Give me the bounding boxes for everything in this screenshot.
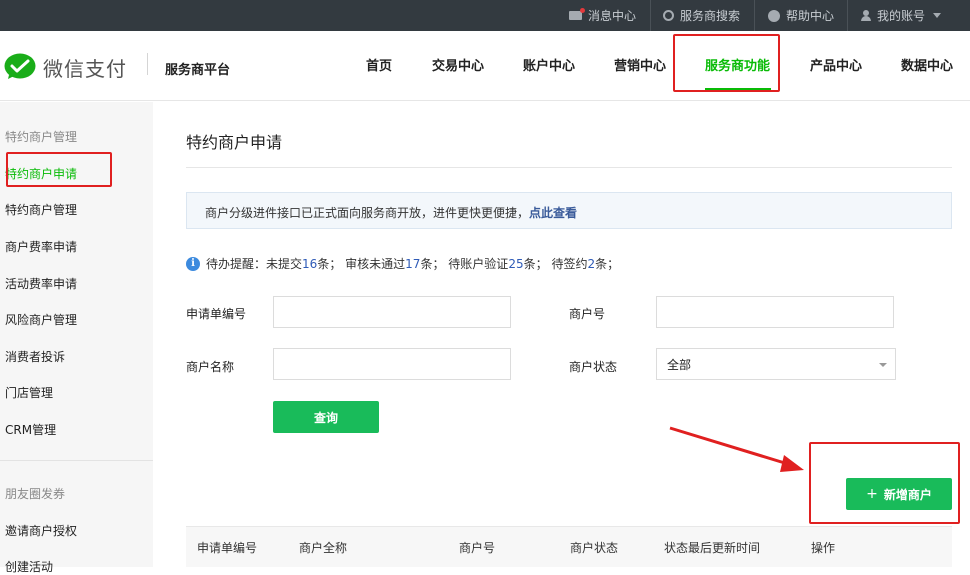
table-header-merchant-no: 商户号 [459,541,496,555]
nav-marketing[interactable]: 营销中心 [614,55,666,74]
notice-text: 商户分级进件接口已正式面向服务商开放，进件更快更便捷， [205,206,530,220]
merchant-no-input[interactable] [656,296,894,328]
nav-data[interactable]: 数据中心 [901,55,953,74]
todo-rejected-count[interactable]: 17 [405,257,420,271]
query-button[interactable]: 查询 [273,401,379,433]
title-divider [186,167,952,168]
message-icon [569,8,585,20]
todo-verify-count[interactable]: 25 [508,257,523,271]
table-header-application-no: 申请单编号 [197,541,258,555]
sidebar-item-activity-rate[interactable]: 活动费率申请 [5,275,77,292]
merchant-no-label: 商户号 [569,307,606,321]
todo-unit: 条 [595,257,608,271]
todo-prefix: 待办提醒： [206,257,267,271]
add-merchant-button[interactable]: + 新增商户 [846,478,952,510]
todo-unit: 条 [420,257,433,271]
platform-name: 服务商平台 [165,63,231,78]
sidebar-item-risk-merchants[interactable]: 风险商户管理 [5,311,77,328]
table-header-merchant-fullname: 商户全称 [299,541,348,555]
sidebar-item-stores[interactable]: 门店管理 [5,384,53,401]
plus-icon: + [866,486,878,502]
sidebar-group-merchant-mgmt: 特约商户管理 [5,130,78,144]
sidebar-item-fee-rate[interactable]: 商户费率申请 [5,238,77,255]
info-icon: i [186,256,200,271]
table-header-merchant-status: 商户状态 [570,541,619,555]
sidebar-item-invite-auth[interactable]: 邀请商户授权 [5,522,77,539]
wechat-pay-logo-icon [4,53,36,79]
nav-account[interactable]: 账户中心 [523,55,575,74]
todo-unit: 条 [317,257,330,271]
account-label: 我的账号 [877,9,926,23]
sidebar: 特约商户管理 特约商户申请 特约商户管理 商户费率申请 活动费率申请 风险商户管… [0,102,153,574]
notice-link[interactable]: 点此查看 [529,206,577,220]
provider-search-link[interactable]: 服务商搜索 [663,0,740,31]
search-icon [663,10,674,21]
todo-sign-count[interactable]: 2 [587,257,595,271]
chevron-down-icon [933,13,942,18]
message-center-link[interactable]: 消息中心 [569,0,636,31]
merchant-status-value: 全部 [667,357,692,372]
help-icon: ? [768,9,780,22]
sidebar-item-merchant-management[interactable]: 特约商户管理 [5,201,77,218]
user-icon [861,10,871,21]
todo-sign-label: 待签约 [551,257,588,271]
table-header-actions: 操作 [811,541,836,555]
brand-divider [147,53,148,75]
todo-rejected-label: 审核未通过 [345,257,406,271]
help-center-link[interactable]: ? 帮助中心 [768,0,834,31]
help-center-label: 帮助中心 [786,9,835,23]
page-title: 特约商户申请 [186,133,283,152]
application-no-label: 申请单编号 [186,307,247,321]
todo-unit: 条 [523,257,536,271]
account-menu[interactable]: 我的账号 [861,0,942,31]
annotation-arrow-icon [669,426,804,472]
nav-provider-functions[interactable]: 服务商功能 [705,55,770,74]
sidebar-divider [0,460,153,461]
todo-reminder: i 待办提醒： 未提交 16 条； 审核未通过 17 条； 待账户验证 25 条； 待签约 2… [186,255,619,272]
nav-active-underline [705,88,771,90]
todo-unsubmitted-label: 未提交 [266,257,303,271]
add-merchant-label: 新增商户 [883,487,932,502]
sidebar-item-merchant-application[interactable]: 特约商户申请 [5,165,77,182]
nav-transactions[interactable]: 交易中心 [432,55,484,74]
chevron-down-icon [879,363,887,367]
provider-search-label: 服务商搜索 [680,9,741,23]
merchant-status-label: 商户状态 [569,360,618,374]
brand-name: 微信支付 [43,57,127,81]
main-header: 微信支付 服务商平台 首页 交易中心 账户中心 营销中心 服务商功能 产品中心 … [0,31,970,101]
sidebar-group-moments-coupons: 朋友圈发券 [5,487,66,501]
message-center-label: 消息中心 [588,9,637,23]
top-utility-bar: 消息中心 服务商搜索 ? 帮助中心 我的账号 [0,0,970,31]
nav-home[interactable]: 首页 [366,55,392,74]
application-no-input[interactable] [273,296,511,328]
sidebar-item-crm[interactable]: CRM管理 [5,421,56,438]
merchant-name-label: 商户名称 [186,360,235,374]
merchant-status-select[interactable]: 全部 [656,348,896,380]
table-header-last-updated: 状态最后更新时间 [664,541,761,555]
notice-banner: 商户分级进件接口已正式面向服务商开放，进件更快更便捷，点此查看 [186,192,952,229]
merchant-name-input[interactable] [273,348,511,380]
table-header: 申请单编号 商户全称 商户号 商户状态 状态最后更新时间 操作 [186,526,952,567]
sidebar-item-complaints[interactable]: 消费者投诉 [5,348,65,365]
todo-unsubmitted-count[interactable]: 16 [302,257,317,271]
todo-verify-label: 待账户验证 [448,257,509,271]
nav-products[interactable]: 产品中心 [810,55,862,74]
